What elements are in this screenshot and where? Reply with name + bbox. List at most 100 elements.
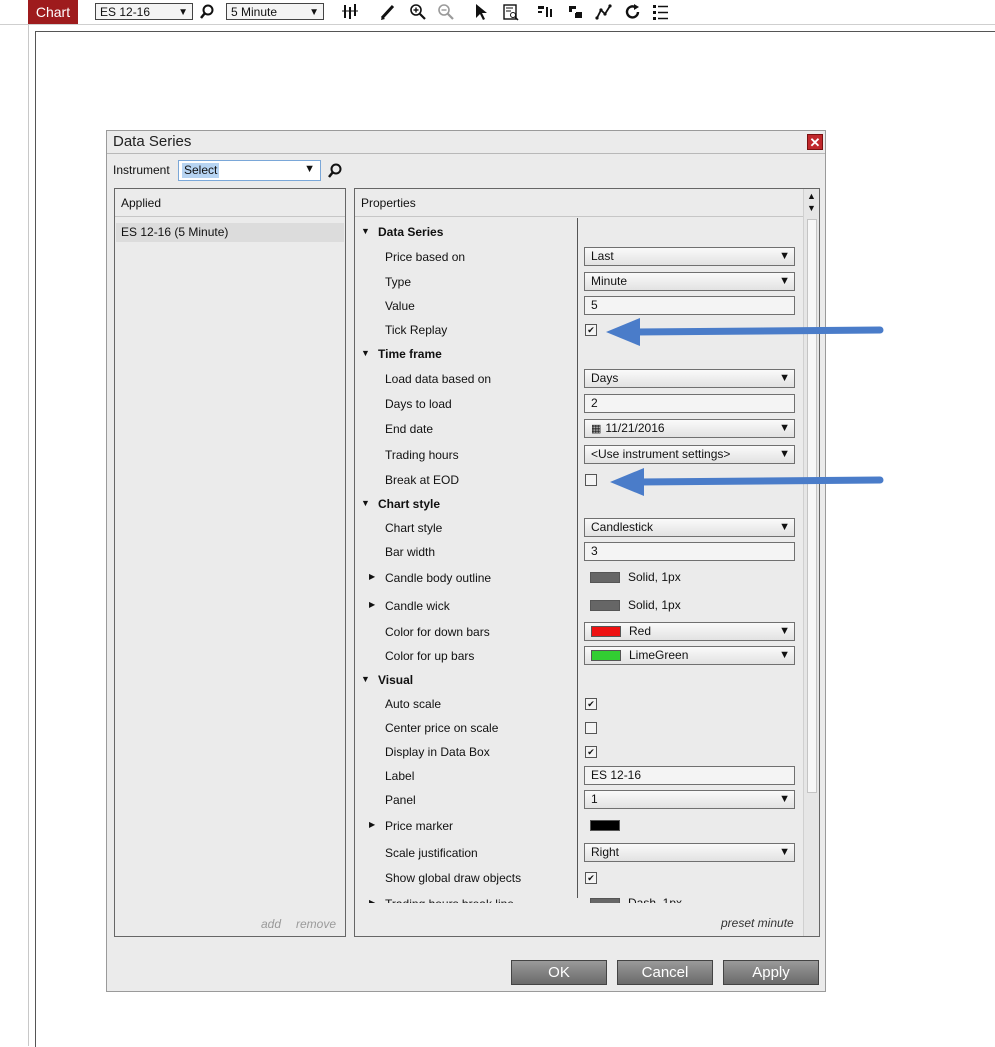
chevron-down-icon[interactable]: ▼ (779, 519, 790, 536)
property-row[interactable]: ▶ Candle wick Solid, 1px (355, 595, 803, 617)
category-row[interactable]: ▼ Data Series (355, 221, 803, 243)
expand-icon[interactable]: ▶ (369, 600, 375, 609)
property-label: Label (385, 769, 415, 783)
property-row[interactable]: Days to load 2 (355, 393, 803, 415)
category-label: Chart style (378, 497, 441, 511)
instrument-select[interactable]: Select ▼ (178, 160, 321, 181)
close-icon[interactable]: ✕ (807, 134, 823, 150)
collapse-icon[interactable]: ▼ (361, 348, 370, 358)
chevron-down-icon[interactable]: ▼ (779, 791, 790, 808)
property-dropdown[interactable]: ▦ 11/21/2016 ▼ (584, 419, 795, 438)
search-icon[interactable] (199, 3, 217, 21)
property-row[interactable]: Color for up bars LimeGreen ▼ (355, 645, 803, 667)
category-row[interactable]: ▼ Visual (355, 669, 803, 691)
property-dropdown[interactable]: Right ▼ (584, 843, 795, 862)
add-button[interactable]: add (261, 917, 281, 931)
remove-button[interactable]: remove (296, 917, 336, 931)
property-dropdown[interactable]: Candlestick ▼ (584, 518, 795, 537)
expand-icon[interactable]: ▶ (369, 572, 375, 581)
zoom-in-icon[interactable] (409, 3, 427, 21)
chevron-down-icon[interactable]: ▼ (779, 844, 790, 861)
calendar-icon[interactable]: ▦ (591, 421, 601, 438)
property-checkbox[interactable] (585, 474, 597, 486)
expand-icon[interactable]: ▶ (369, 898, 375, 903)
property-dropdown[interactable]: Red ▼ (584, 622, 795, 641)
property-dropdown[interactable]: LimeGreen ▼ (584, 646, 795, 665)
property-dropdown[interactable]: Last ▼ (584, 247, 795, 266)
interval-selector[interactable]: 5 Minute ▼ (226, 3, 324, 20)
property-dropdown[interactable]: Minute ▼ (584, 272, 795, 291)
property-row[interactable]: Label ES 12-16 (355, 765, 803, 787)
pointer-icon[interactable] (472, 3, 490, 21)
stroke-text: Dash, 1px (628, 896, 683, 903)
property-input[interactable]: ES 12-16 (584, 766, 795, 785)
property-row[interactable]: Type Minute ▼ (355, 271, 803, 293)
instrument-selector[interactable]: ES 12-16 ▼ (95, 3, 193, 20)
zoom-out-icon[interactable] (437, 3, 455, 21)
property-row[interactable]: Price based on Last ▼ (355, 246, 803, 268)
scroll-down-icon[interactable]: ▼ (807, 203, 816, 213)
strategies-icon[interactable] (595, 3, 613, 21)
property-row[interactable]: Display in Data Box ✔ (355, 741, 803, 763)
property-row[interactable]: Scale justification Right ▼ (355, 842, 803, 864)
property-row[interactable]: Show global draw objects ✔ (355, 867, 803, 889)
property-input[interactable]: 2 (584, 394, 795, 413)
property-row[interactable]: Load data based on Days ▼ (355, 368, 803, 390)
chevron-down-icon[interactable]: ▼ (779, 420, 790, 437)
property-row[interactable]: Trading hours <Use instrument settings> ▼ (355, 444, 803, 466)
property-row[interactable]: Auto scale ✔ (355, 693, 803, 715)
stroke-value[interactable]: Solid, 1px (590, 570, 681, 584)
collapse-icon[interactable]: ▼ (361, 226, 370, 236)
property-checkbox[interactable]: ✔ (585, 324, 597, 336)
collapse-icon[interactable]: ▼ (361, 498, 370, 508)
bars-icon[interactable] (341, 3, 359, 21)
chevron-down-icon[interactable]: ▼ (779, 446, 790, 463)
properties-list-icon[interactable] (652, 3, 670, 21)
property-row[interactable]: End date ▦ 11/21/2016 ▼ (355, 418, 803, 440)
data-series-icon[interactable] (537, 3, 555, 21)
property-row[interactable]: Chart style Candlestick ▼ (355, 517, 803, 539)
properties-scrollbar[interactable]: ▲ ▼ (803, 189, 819, 936)
property-checkbox[interactable]: ✔ (585, 746, 597, 758)
property-row[interactable]: Panel 1 ▼ (355, 789, 803, 811)
chevron-down-icon[interactable]: ▼ (779, 647, 790, 664)
chart-tab[interactable]: Chart (28, 0, 78, 24)
property-dropdown[interactable]: Days ▼ (584, 369, 795, 388)
refresh-icon[interactable] (624, 3, 642, 21)
ok-button[interactable]: OK (511, 960, 607, 985)
property-label: Trading hours (385, 448, 459, 462)
collapse-icon[interactable]: ▼ (361, 674, 370, 684)
indicators-icon[interactable] (567, 3, 585, 21)
stroke-value[interactable]: Solid, 1px (590, 598, 681, 612)
property-row[interactable]: ▶ Price marker (355, 815, 803, 837)
preset-label[interactable]: preset minute (721, 916, 794, 930)
property-row[interactable]: ▶ Candle body outline Solid, 1px (355, 567, 803, 589)
property-dropdown[interactable]: 1 ▼ (584, 790, 795, 809)
property-row[interactable]: Color for down bars Red ▼ (355, 621, 803, 643)
chevron-down-icon[interactable]: ▼ (779, 370, 790, 387)
marker-value[interactable] (590, 818, 628, 832)
stroke-value[interactable]: Dash, 1px (590, 896, 682, 903)
list-item[interactable]: ES 12-16 (5 Minute) (116, 223, 344, 242)
property-checkbox[interactable]: ✔ (585, 698, 597, 710)
apply-button[interactable]: Apply (723, 960, 819, 985)
chevron-down-icon[interactable]: ▼ (779, 273, 790, 290)
property-input[interactable]: 3 (584, 542, 795, 561)
property-checkbox[interactable] (585, 722, 597, 734)
property-checkbox[interactable]: ✔ (585, 872, 597, 884)
chevron-down-icon[interactable]: ▼ (779, 248, 790, 265)
data-box-icon[interactable] (502, 3, 520, 21)
pencil-icon[interactable] (379, 3, 397, 21)
property-label: Color for up bars (385, 649, 475, 663)
property-row[interactable]: Center price on scale (355, 717, 803, 739)
property-row[interactable]: ▶ Trading hours break line Dash, 1px (355, 893, 803, 903)
scroll-up-icon[interactable]: ▲ (807, 191, 816, 201)
chevron-down-icon[interactable]: ▼ (779, 623, 790, 640)
property-row[interactable]: Bar width 3 (355, 541, 803, 563)
property-dropdown[interactable]: <Use instrument settings> ▼ (584, 445, 795, 464)
expand-icon[interactable]: ▶ (369, 820, 375, 829)
cancel-button[interactable]: Cancel (617, 960, 713, 985)
search-icon[interactable] (327, 163, 343, 182)
category-label: Visual (378, 673, 414, 687)
scrollbar-thumb[interactable] (807, 219, 817, 793)
